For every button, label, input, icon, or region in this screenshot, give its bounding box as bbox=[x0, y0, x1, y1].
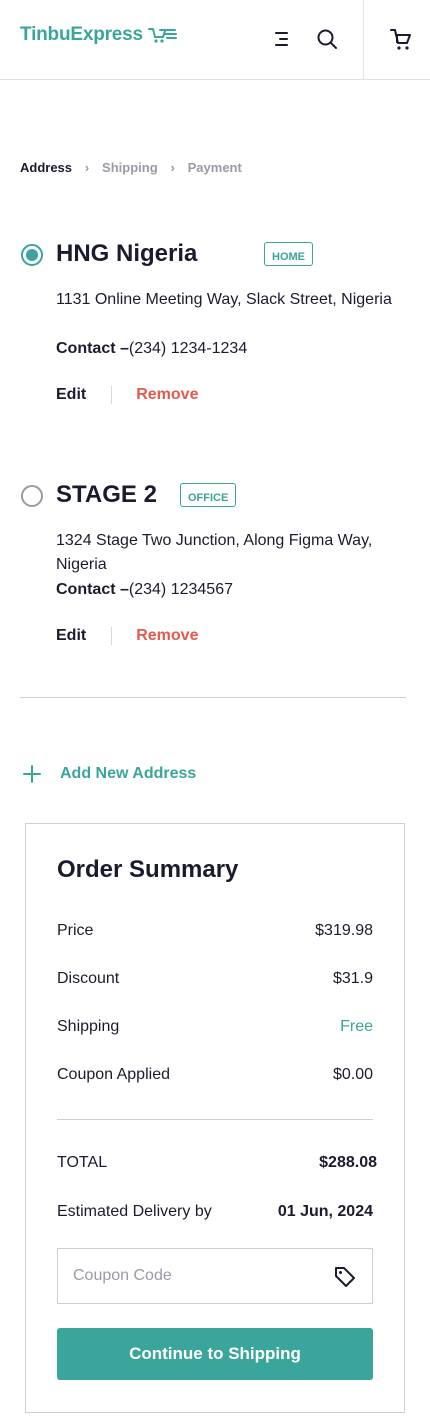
address-contact: Contact –(234) 1234-1234 bbox=[56, 340, 247, 358]
address-radio[interactable] bbox=[21, 485, 43, 507]
continue-to-shipping-button[interactable]: Continue to Shipping bbox=[57, 1328, 373, 1380]
contact-value: (234) 1234-1234 bbox=[128, 340, 248, 357]
action-divider bbox=[111, 386, 113, 404]
chevron-right-icon: › bbox=[170, 160, 175, 175]
breadcrumb: Address › Shipping › Payment bbox=[20, 160, 242, 175]
address-card: STAGE 2 OFFICE 1324 Stage Two Junction, … bbox=[20, 481, 410, 661]
summary-divider bbox=[57, 1119, 373, 1120]
summary-value: Free bbox=[340, 1018, 373, 1035]
tag-icon[interactable] bbox=[333, 1265, 357, 1289]
address-actions: Edit Remove bbox=[56, 386, 198, 404]
summary-value: $31.9 bbox=[332, 970, 373, 987]
search-icon[interactable] bbox=[315, 27, 339, 51]
summary-row-shipping: Shipping Free bbox=[57, 1018, 373, 1036]
address-actions: Edit Remove bbox=[56, 627, 198, 645]
address-name: STAGE 2 bbox=[56, 481, 157, 508]
breadcrumb-address[interactable]: Address bbox=[20, 160, 72, 175]
add-new-address-button[interactable]: Add New Address bbox=[22, 764, 196, 784]
delivery-value: 01 Jun, 2024 bbox=[277, 1203, 373, 1220]
contact-label: Contact – bbox=[56, 581, 129, 598]
summary-label: Shipping bbox=[57, 1018, 120, 1035]
breadcrumb-payment[interactable]: Payment bbox=[188, 160, 242, 175]
summary-label: Coupon Applied bbox=[57, 1066, 170, 1083]
top-header: TinbuExpress bbox=[0, 0, 430, 80]
header-divider bbox=[363, 0, 364, 80]
summary-label: Discount bbox=[57, 970, 120, 987]
action-divider bbox=[111, 627, 113, 645]
summary-row-coupon: Coupon Applied $0.00 bbox=[57, 1066, 373, 1084]
edit-button[interactable]: Edit bbox=[56, 627, 86, 645]
logo-text: TinbuExpress bbox=[20, 24, 143, 45]
logo[interactable]: TinbuExpress bbox=[20, 24, 177, 46]
address-contact: Contact –(234) 1234567 bbox=[56, 581, 233, 599]
address-name: HNG Nigeria bbox=[56, 240, 198, 267]
cart-icon[interactable] bbox=[388, 26, 414, 52]
chevron-right-icon: › bbox=[84, 160, 90, 175]
section-divider bbox=[20, 697, 406, 698]
address-radio-selected[interactable] bbox=[21, 244, 43, 266]
menu-icon[interactable] bbox=[270, 28, 292, 50]
remove-button[interactable]: Remove bbox=[136, 627, 198, 645]
address-tag-home: HOME bbox=[264, 242, 313, 266]
add-new-address-label: Add New Address bbox=[60, 765, 197, 782]
address-card: HNG Nigeria HOME 1131 Online Meeting Way… bbox=[20, 240, 410, 420]
edit-button[interactable]: Edit bbox=[56, 386, 86, 404]
summary-value: $319.98 bbox=[315, 922, 373, 939]
summary-total: TOTAL $288.08 bbox=[57, 1154, 377, 1172]
coupon-input[interactable] bbox=[73, 1249, 313, 1303]
address-tag-office: OFFICE bbox=[180, 483, 237, 507]
summary-label: Price bbox=[57, 922, 94, 939]
summary-value: $0.00 bbox=[332, 1066, 373, 1083]
address-line: 1131 Online Meeting Way, Slack Street, N… bbox=[56, 291, 392, 308]
total-label: TOTAL bbox=[57, 1154, 108, 1171]
summary-row-price: Price $319.98 bbox=[57, 922, 373, 940]
contact-label: Contact – bbox=[56, 340, 129, 357]
contact-value: (234) 1234567 bbox=[128, 581, 233, 598]
cart-speed-icon bbox=[147, 28, 177, 43]
summary-row-discount: Discount $31.9 bbox=[57, 970, 373, 988]
address-line: 1324 Stage Two Junction, Along Figma Way… bbox=[56, 532, 373, 573]
breadcrumb-shipping[interactable]: Shipping bbox=[102, 160, 158, 175]
coupon-field bbox=[57, 1248, 373, 1304]
total-value: $288.08 bbox=[319, 1154, 377, 1171]
remove-button[interactable]: Remove bbox=[136, 386, 198, 404]
plus-icon bbox=[23, 765, 41, 783]
order-summary-title: Order Summary bbox=[57, 856, 239, 883]
order-summary: Order Summary Price $319.98 Discount $31… bbox=[25, 823, 405, 1413]
estimated-delivery: Estimated Delivery by 01 Jun, 2024 bbox=[57, 1203, 373, 1221]
delivery-label: Estimated Delivery by bbox=[57, 1203, 212, 1220]
